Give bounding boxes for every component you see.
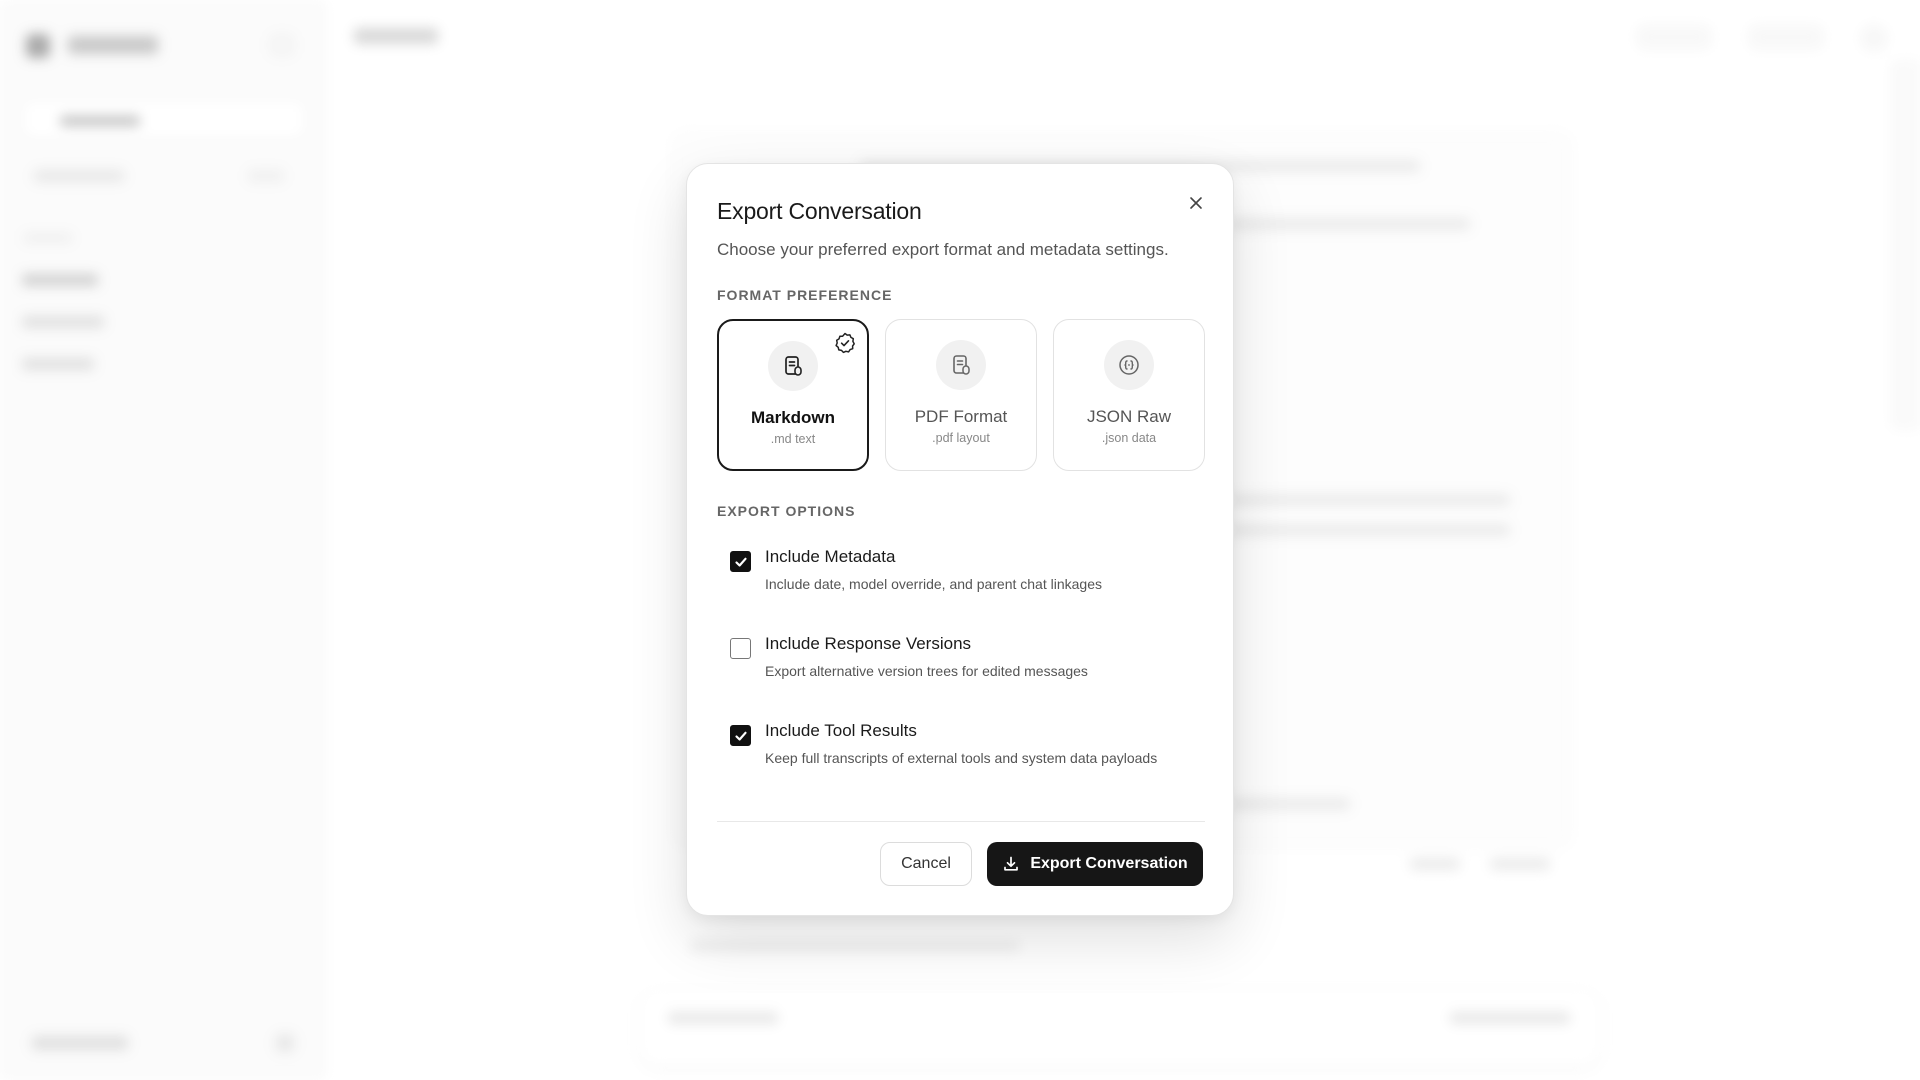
format-icon-container xyxy=(936,340,986,390)
format-extension: .md text xyxy=(770,432,816,446)
format-icon-container xyxy=(768,341,818,391)
cancel-button-label: Cancel xyxy=(901,855,951,872)
format-extension: .json data xyxy=(1101,431,1157,445)
format-section-label: FORMAT PREFERENCE xyxy=(717,287,893,303)
format-option-markdown[interactable]: Markdown .md text xyxy=(717,319,869,471)
dialog-title: Export Conversation xyxy=(717,198,922,224)
metadata-checkbox[interactable] xyxy=(730,551,751,572)
options-section-label: EXPORT OPTIONS xyxy=(717,503,856,519)
format-label: Markdown xyxy=(750,408,836,427)
option-include-tool-results[interactable]: Include Tool Results Keep full transcrip… xyxy=(717,721,1205,781)
export-button-label: Export Conversation xyxy=(1030,855,1188,872)
option-description: Keep full transcripts of external tools … xyxy=(765,750,1158,766)
option-include-response-versions[interactable]: Include Response Versions Export alterna… xyxy=(717,634,1205,694)
pdf-document-icon xyxy=(953,355,970,375)
close-icon xyxy=(1190,197,1202,209)
selected-check-badge-icon xyxy=(835,332,855,354)
dialog-subtitle: Choose your preferred export format and … xyxy=(717,240,1169,259)
format-icon-container xyxy=(1104,340,1154,390)
option-include-metadata[interactable]: Include Metadata Include date, model ove… xyxy=(717,547,1205,607)
format-extension: .pdf layout xyxy=(932,431,990,445)
download-icon xyxy=(1004,856,1019,871)
format-label: JSON Raw xyxy=(1086,407,1172,426)
export-conversation-button[interactable]: Export Conversation xyxy=(987,842,1203,886)
format-option-pdf[interactable]: PDF Format .pdf layout xyxy=(885,319,1037,471)
option-description: Include date, model override, and parent… xyxy=(765,576,1102,592)
format-option-json[interactable]: JSON Raw .json data xyxy=(1053,319,1205,471)
footer-divider xyxy=(717,821,1205,822)
option-title: Include Metadata xyxy=(765,547,896,566)
response-versions-checkbox[interactable] xyxy=(730,638,751,659)
format-options: Markdown .md text PDF Format .pdf layout xyxy=(717,319,1205,471)
close-button[interactable] xyxy=(1185,192,1207,214)
option-title: Include Tool Results xyxy=(765,721,917,740)
json-braces-icon xyxy=(1119,355,1139,375)
checkmark-icon xyxy=(734,557,747,567)
option-description: Export alternative version trees for edi… xyxy=(765,663,1088,679)
checkmark-icon xyxy=(734,731,747,741)
markdown-document-icon xyxy=(785,356,802,376)
option-title: Include Response Versions xyxy=(765,634,972,653)
tool-results-checkbox[interactable] xyxy=(730,725,751,746)
cancel-button[interactable]: Cancel xyxy=(880,842,972,886)
format-label: PDF Format xyxy=(914,407,1008,426)
export-dialog: Export Conversation Choose your preferre… xyxy=(686,163,1234,916)
